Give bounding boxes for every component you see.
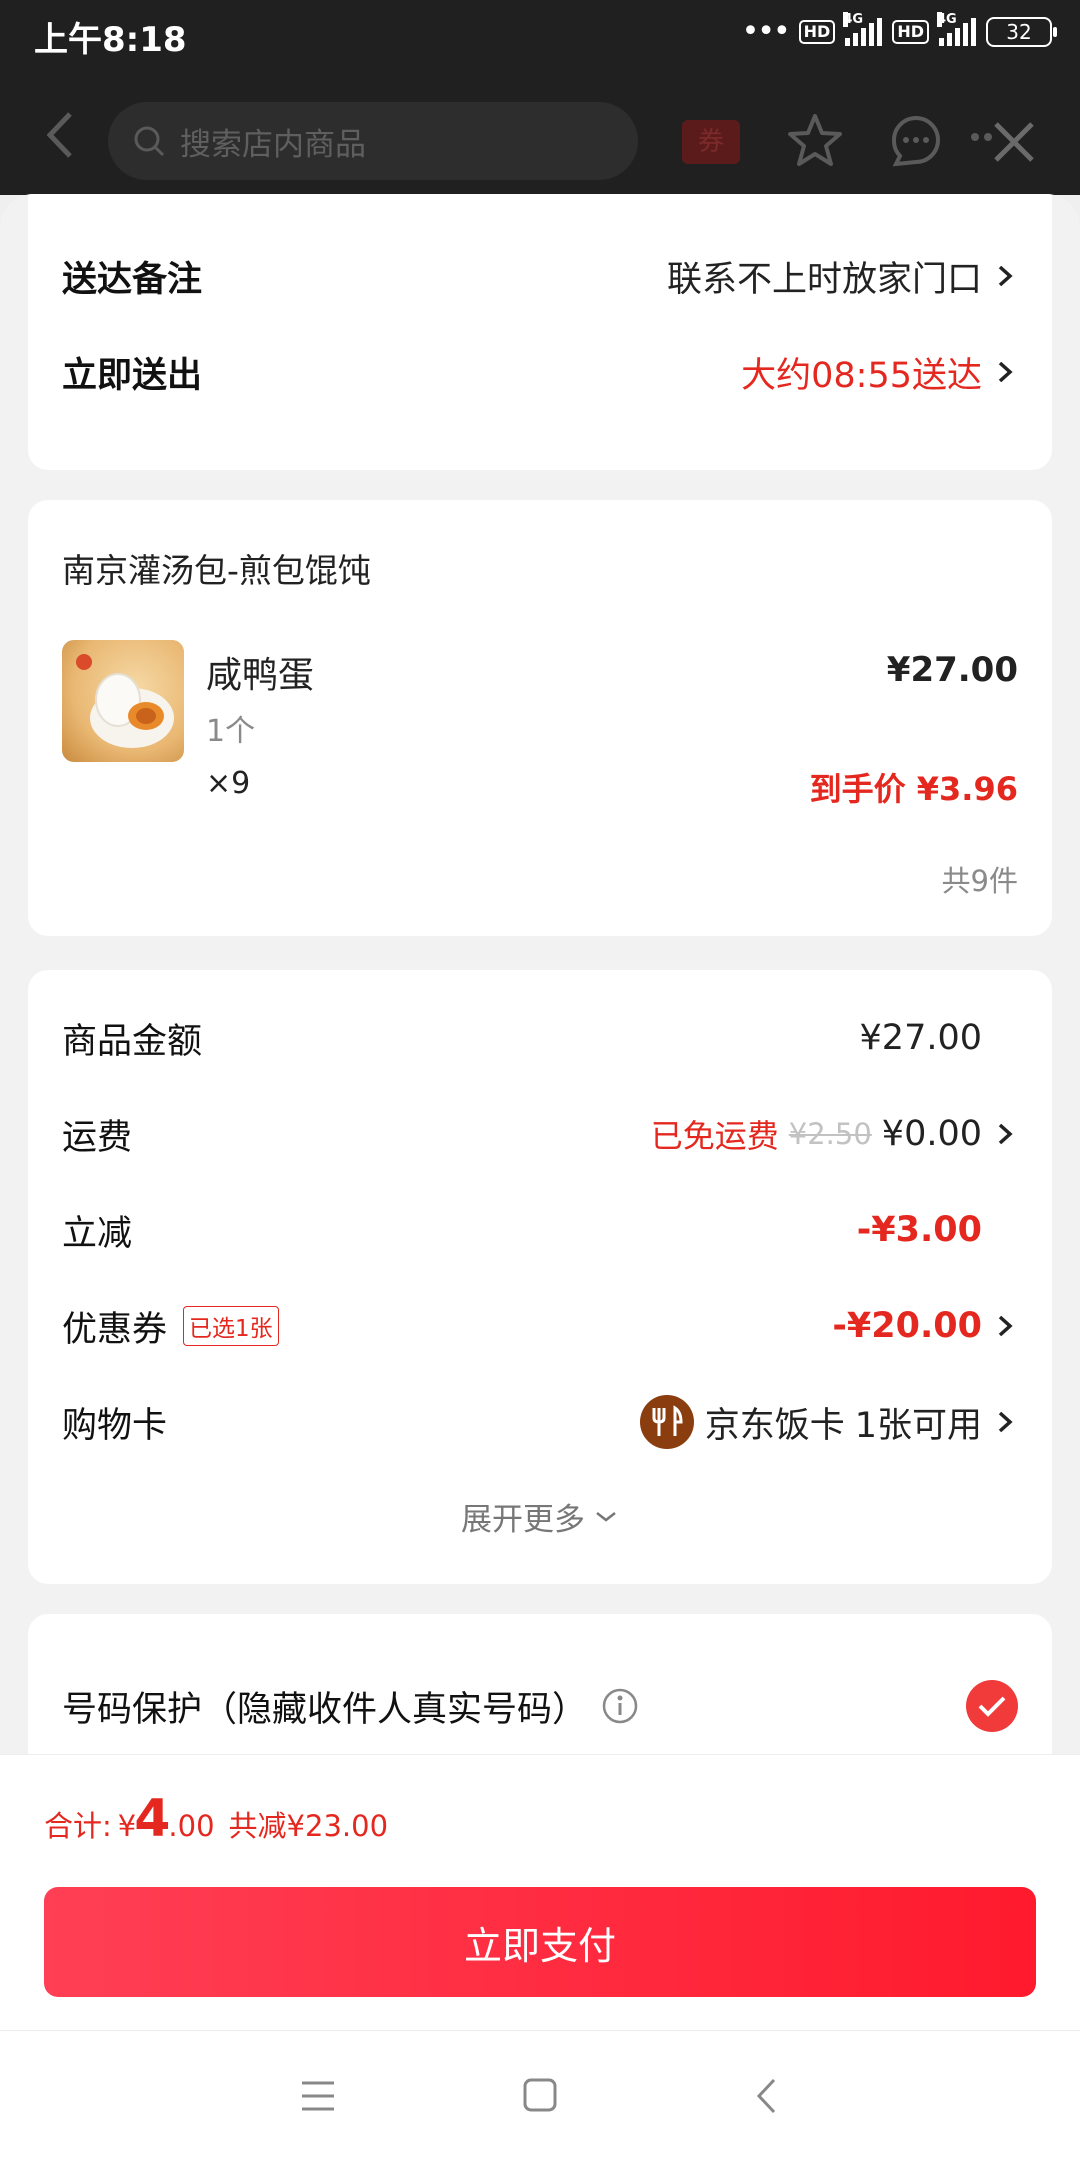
hd-icon-2: HD	[892, 19, 929, 44]
delivery-card: 送达备注 联系不上时放家门口 立即送出 大约08:55送达	[28, 194, 1052, 470]
shipping-row[interactable]: 运费 已免运费 ¥2.50 ¥0.00	[62, 1104, 1018, 1164]
close-icon[interactable]	[990, 118, 1038, 166]
delivery-note-label: 送达备注	[62, 259, 203, 300]
price-summary-card: 商品金额 ¥27.00 运费 已免运费 ¥2.50 ¥0.00 立减 -¥3.0…	[28, 970, 1052, 1584]
item-final-price: 到手价 ¥3.96	[809, 770, 1018, 808]
total-prefix: 合计:	[44, 1809, 112, 1843]
total-saved: 共减¥23.00	[228, 1809, 389, 1843]
checkout-sheet: 送达备注 联系不上时放家门口 立即送出 大约08:55送达 南京灌汤包-煎包馄饨	[0, 194, 1080, 1754]
home-icon[interactable]	[522, 2077, 558, 2113]
back-icon[interactable]	[754, 2077, 780, 2115]
status-bar: 上午8:18 ••• HD 4G HD 4G 32	[0, 0, 1080, 70]
delivery-time-label: 立即送出	[62, 355, 203, 396]
battery-icon: 32	[986, 16, 1057, 47]
salted-egg-image	[76, 654, 174, 748]
delivery-note-value: 联系不上时放家门口	[666, 259, 982, 300]
store-header: 搜索店内商品 券	[0, 70, 1080, 195]
order-item-card: 南京灌汤包-煎包馄饨 咸鸭蛋 1个 ×9 ¥27.00 到手价 ¥3.96 共9…	[28, 500, 1052, 936]
total-decimal: .00	[168, 1809, 215, 1843]
privacy-card: 号码保护（隐藏收件人真实号码）	[28, 1614, 1052, 1754]
product-thumbnail[interactable]	[62, 640, 184, 762]
coupon-row[interactable]: 优惠券 已选1张 -¥20.00	[62, 1296, 1018, 1356]
gift-card-available: 1张可用	[854, 1405, 982, 1446]
item-quantity: ×9	[206, 766, 251, 801]
privacy-row[interactable]: 号码保护（隐藏收件人真实号码）	[62, 1676, 1018, 1736]
shipping-value: ¥0.00	[881, 1114, 982, 1154]
item-name[interactable]: 咸鸭蛋	[206, 646, 314, 698]
instant-discount-label: 立减	[62, 1213, 133, 1254]
info-icon[interactable]	[601, 1687, 639, 1725]
delivery-note-row[interactable]: 送达备注 联系不上时放家门口	[62, 246, 1018, 306]
coupon-selected-badge: 已选1张	[183, 1306, 279, 1346]
item-price: ¥27.00	[886, 650, 1018, 690]
gift-card-label: 购物卡	[62, 1405, 168, 1446]
payment-bar: 合计: ¥ 4 .00 共减¥23.00 立即支付	[0, 1754, 1080, 2030]
chevron-right-icon	[998, 361, 1013, 383]
food-card-icon	[639, 1395, 694, 1449]
hd-icon: HD	[798, 19, 836, 44]
coupon-chip[interactable]: 券	[682, 120, 740, 164]
item-spec: 1个	[206, 714, 256, 749]
search-placeholder: 搜索店内商品	[180, 126, 366, 163]
chevron-right-icon	[998, 1123, 1013, 1145]
goods-amount-row: 商品金额 ¥27.00	[62, 1008, 1018, 1068]
signal-icon: 4G	[843, 11, 883, 46]
status-icons: ••• HD 4G HD 4G 32	[741, 11, 1057, 49]
search-icon	[134, 126, 165, 157]
signal-icon-2: 4G	[937, 11, 976, 46]
system-nav-bar	[0, 2030, 1080, 2160]
customer-service-icon[interactable]	[886, 112, 946, 170]
coupon-value: -¥20.00	[832, 1306, 982, 1346]
back-arrow-icon[interactable]	[40, 110, 80, 160]
goods-amount-value: ¥27.00	[859, 1018, 982, 1058]
item-count: 共9件	[941, 864, 1018, 898]
privacy-label: 号码保护（隐藏收件人真实号码）	[62, 1689, 588, 1730]
free-shipping-text: 已免运费	[650, 1117, 779, 1155]
delivery-time-value: 大约08:55送达	[741, 355, 982, 396]
total-integer: 4	[134, 1789, 171, 1849]
status-time: 上午8:18	[34, 20, 187, 60]
store-search-input[interactable]: 搜索店内商品	[108, 102, 638, 180]
favorite-star-icon[interactable]	[786, 112, 844, 170]
chevron-right-icon	[998, 1315, 1013, 1337]
shipping-label: 运费	[62, 1117, 133, 1158]
store-name[interactable]: 南京灌汤包-煎包馄饨	[62, 544, 371, 592]
chevron-down-icon	[596, 1511, 616, 1522]
expand-more-label: 展开更多	[461, 1502, 585, 1538]
coupon-label: 优惠券	[62, 1309, 168, 1350]
chevron-right-icon	[998, 1411, 1013, 1433]
goods-amount-label: 商品金额	[62, 1021, 203, 1062]
pay-now-button[interactable]: 立即支付	[44, 1887, 1036, 1997]
menu-icon[interactable]	[300, 2079, 336, 2113]
instant-discount-row: 立减 -¥3.00	[62, 1200, 1018, 1260]
total-summary: 合计: ¥ 4 .00 共减¥23.00	[44, 1789, 388, 1849]
privacy-checkbox[interactable]	[966, 1680, 1018, 1732]
expand-more-button[interactable]: 展开更多	[28, 1494, 1052, 1539]
chevron-right-icon	[998, 265, 1013, 287]
gift-card-name: 京东饭卡	[704, 1405, 845, 1446]
original-shipping-price: ¥2.50	[788, 1117, 872, 1151]
delivery-time-row[interactable]: 立即送出 大约08:55送达	[62, 342, 1018, 402]
gift-card-row[interactable]: 购物卡 京东饭卡 1张可用	[62, 1392, 1018, 1452]
more-notifications-icon: •••	[741, 14, 791, 49]
instant-discount-value: -¥3.00	[856, 1210, 982, 1250]
check-icon	[978, 1696, 1006, 1717]
